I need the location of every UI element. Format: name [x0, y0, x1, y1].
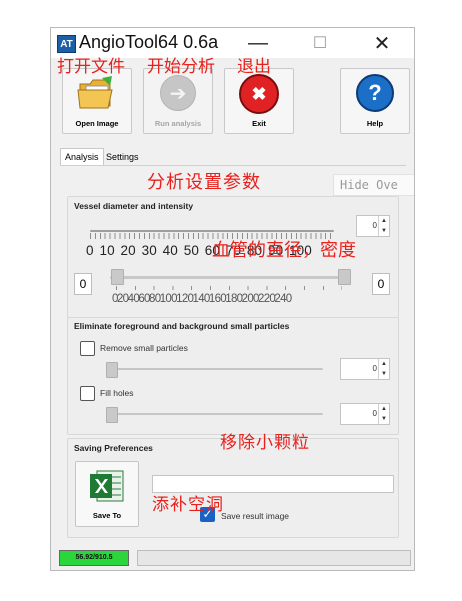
- exit-button[interactable]: ✖ Exit: [224, 68, 294, 134]
- annotation-fill-holes: 添补空洞: [152, 495, 224, 515]
- fill-holes-checkbox[interactable]: [80, 386, 95, 401]
- fill-holes-value: 0: [372, 409, 377, 418]
- run-analysis-button[interactable]: ➔ Run analysis: [143, 68, 213, 134]
- hide-overlay-label: Hide Ove: [340, 178, 398, 192]
- excel-icon: [90, 470, 124, 502]
- open-image-label: Open Image: [75, 119, 119, 128]
- help-label: Help: [366, 119, 384, 128]
- diameter-slider-track[interactable]: [90, 230, 334, 232]
- app-window: AT AngioTool64 0.6a — ☐ ✕ Open Image ➔ R…: [50, 27, 415, 571]
- tab-settings[interactable]: Settings: [104, 149, 141, 165]
- open-folder-icon: [77, 76, 113, 109]
- remove-particles-checkbox[interactable]: [80, 341, 95, 356]
- app-icon-label: AT: [60, 38, 73, 50]
- run-analysis-label: Run analysis: [154, 119, 202, 128]
- app-icon: AT: [57, 35, 76, 53]
- intensity-max-value: 0: [377, 277, 385, 291]
- saving-group-title: Saving Preferences: [74, 443, 153, 453]
- window-title: AngioTool64 0.6a: [79, 32, 219, 52]
- fill-holes-slider-thumb[interactable]: [106, 407, 118, 423]
- intensity-max-field[interactable]: 0: [372, 273, 390, 295]
- intensity-max-thumb[interactable]: [338, 269, 351, 285]
- help-question-glyph: ?: [368, 80, 382, 105]
- fill-holes-label: Fill holes: [100, 388, 134, 398]
- exit-x-icon: ✖: [239, 74, 279, 114]
- spinner-arrows-icon: ▲ ▼: [378, 404, 389, 424]
- exit-label: Exit: [252, 119, 266, 128]
- intensity-min-value: 0: [79, 277, 87, 291]
- close-button[interactable]: ✕: [351, 28, 413, 58]
- remove-particles-label: Remove small particles: [100, 343, 188, 353]
- run-arrow-glyph: ➔: [169, 82, 187, 105]
- spinner-arrows-icon: ▲ ▼: [378, 359, 389, 379]
- annotation-start-analysis: 开始分析: [147, 57, 215, 77]
- save-result-label: Save result image: [221, 511, 290, 521]
- tab-analysis[interactable]: Analysis: [60, 148, 104, 165]
- annotation-open-file: 打开文件: [57, 57, 125, 77]
- fill-holes-slider-track[interactable]: [108, 413, 323, 415]
- intensity-scale-labels: 0 20 40 60 80 100 120 140 160 180 200 22…: [112, 293, 292, 305]
- open-image-button[interactable]: Open Image: [62, 68, 132, 134]
- saving-group: Saving Preferences Save To ✓ Save result…: [67, 438, 399, 538]
- intensity-min-field[interactable]: 0: [74, 273, 92, 295]
- remove-particles-value: 0: [372, 364, 377, 373]
- memory-indicator: 56.92/910.5: [59, 550, 129, 566]
- remove-particles-slider-thumb[interactable]: [106, 362, 118, 378]
- remove-particles-spinner[interactable]: 0 ▲ ▼: [340, 358, 390, 380]
- run-arrow-icon: ➔: [160, 75, 196, 111]
- spinner-arrows-icon: ▲ ▼: [378, 216, 389, 236]
- maximize-button[interactable]: ☐: [289, 28, 351, 58]
- save-to-label: Save To: [92, 511, 122, 520]
- annotation-exit: 退出: [237, 57, 271, 77]
- intensity-ticks: [116, 286, 342, 290]
- maximize-icon: ☐: [312, 35, 328, 52]
- intensity-min-thumb[interactable]: [111, 269, 124, 285]
- memory-value: 56.92/910.5: [75, 554, 113, 561]
- diameter-spinner[interactable]: 0 ▲ ▼: [356, 215, 390, 237]
- particles-group-title: Eliminate foreground and background smal…: [74, 321, 290, 331]
- intensity-slider-track[interactable]: [110, 276, 350, 279]
- fill-holes-spinner[interactable]: 0 ▲ ▼: [340, 403, 390, 425]
- remove-particles-slider-track[interactable]: [108, 368, 323, 370]
- close-icon: ✕: [373, 32, 391, 55]
- tab-settings-label: Settings: [106, 152, 139, 162]
- tab-divider: [60, 165, 406, 166]
- annotation-vessel-diameter-density: 血管的直径，密度: [212, 240, 356, 261]
- progress-bar: [137, 550, 411, 566]
- save-to-button[interactable]: Save To: [75, 461, 139, 527]
- vessel-group-title: Vessel diameter and intensity: [74, 201, 194, 211]
- annotation-param-settings: 分析设置参数: [147, 172, 261, 193]
- annotation-remove-particles: 移除小颗粒: [220, 433, 310, 453]
- help-question-icon: ?: [356, 74, 394, 112]
- tab-analysis-label: Analysis: [65, 152, 99, 162]
- hide-overlay-button[interactable]: Hide Ove: [333, 174, 414, 196]
- diameter-spinner-value: 0: [372, 221, 377, 230]
- exit-x-glyph: ✖: [251, 83, 267, 104]
- help-button[interactable]: ? Help: [340, 68, 410, 134]
- particles-group: Eliminate foreground and background smal…: [67, 317, 399, 435]
